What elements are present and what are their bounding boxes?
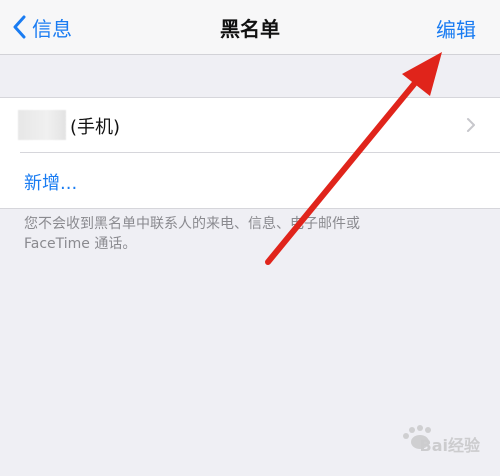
- add-new-row[interactable]: 新增...: [0, 153, 500, 207]
- edit-button[interactable]: 编辑: [436, 14, 476, 43]
- blocked-contact-row[interactable]: (手机): [0, 98, 500, 152]
- add-new-label: 新增...: [24, 173, 78, 194]
- navigation-bar: 信息 黑名单 编辑: [0, 0, 500, 55]
- contact-name-redacted: [18, 110, 66, 140]
- page-title: 黑名单: [220, 17, 280, 41]
- chevron-right-icon: [467, 118, 475, 132]
- watermark: Bai经验: [340, 420, 480, 464]
- blocked-list: (手机) 新增...: [0, 97, 500, 209]
- footer-line-1: 您不会收到黑名单中联系人的来电、信息、电子邮件或: [24, 216, 360, 232]
- watermark-text: Bai经验: [419, 436, 480, 455]
- contact-label: (手机): [70, 117, 121, 138]
- footer-line-2: FaceTime 通话。: [24, 236, 137, 252]
- blocklist-footer-note: 您不会收到黑名单中联系人的来电、信息、电子邮件或 FaceTime 通话。: [24, 214, 464, 254]
